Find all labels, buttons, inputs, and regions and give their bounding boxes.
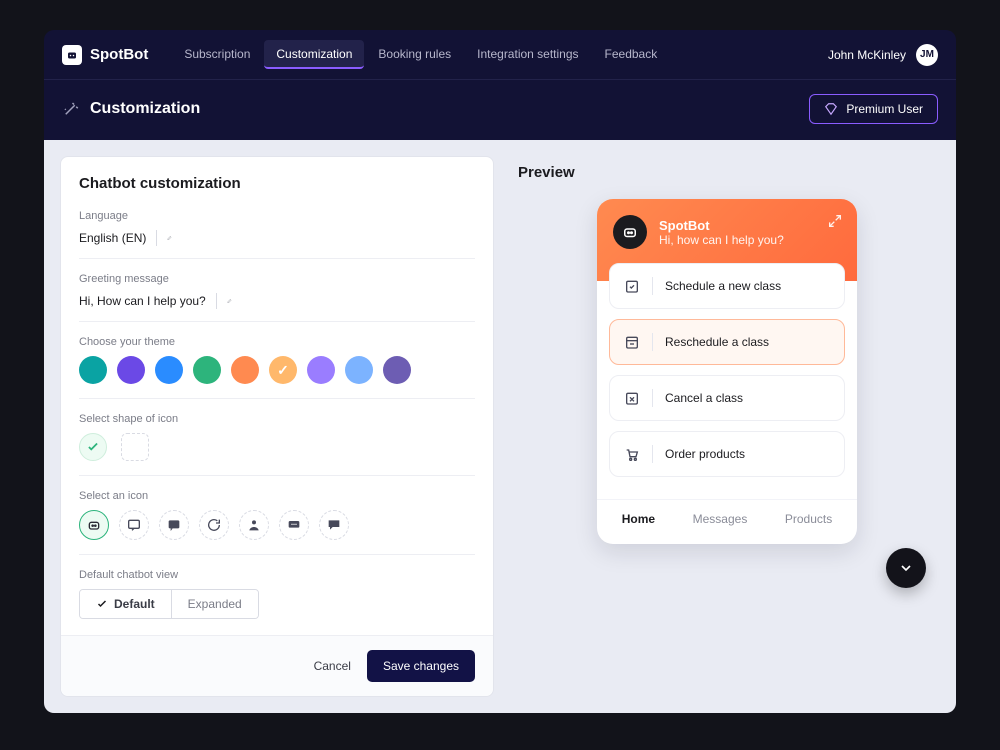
edit-language-button[interactable] [156,230,172,246]
page-title: Customization [90,100,200,118]
user-avatar: JM [916,44,938,66]
canvas: Chatbot customization Language English (… [44,140,956,713]
save-changes-button[interactable]: Save changes [367,650,475,682]
icon-option-refresh[interactable] [199,510,229,540]
icon-row-label: Select an icon [79,490,475,502]
preview-title: Preview [518,164,936,181]
chatbot-widget: SpotBot Hi, how can I help you? Schedule… [597,199,857,544]
language-value: English (EN) [79,231,146,245]
top-header: SpotBot Subscription Customization Booki… [44,30,956,79]
theme-label: Choose your theme [79,336,475,348]
user-name: John McKinley [828,48,906,62]
brand: SpotBot [62,45,148,65]
theme-swatch-7[interactable] [345,356,373,384]
icon-option-user[interactable] [239,510,269,540]
theme-swatch-8[interactable] [383,356,411,384]
nav-subscription[interactable]: Subscription [172,40,262,69]
view-option-default[interactable]: Default [80,590,171,618]
expand-icon[interactable] [827,213,843,229]
shape-square-option[interactable] [121,433,149,461]
theme-swatch-4[interactable] [231,356,259,384]
preview-panel: Preview SpotBot Hi, how can I help you? [510,156,940,697]
widget-tab-messages[interactable]: Messages [693,512,748,526]
widget-tab-products[interactable]: Products [785,512,832,526]
theme-swatch-2[interactable] [155,356,183,384]
action-reschedule-class[interactable]: Reschedule a class [609,319,845,365]
panel-footer: Cancel Save changes [61,635,493,696]
shape-circle-option[interactable] [79,433,107,461]
icon-option-bot[interactable] [79,510,109,540]
brand-name: SpotBot [90,46,148,63]
view-segmented-control: Default Expanded [79,589,259,619]
theme-swatches [79,356,475,384]
greeting-value: Hi, How can I help you? [79,294,206,308]
greeting-label: Greeting message [79,273,475,285]
widget-tab-home[interactable]: Home [622,512,655,526]
view-option-expanded[interactable]: Expanded [171,590,258,618]
theme-swatch-3[interactable] [193,356,221,384]
icon-option-speech[interactable] [159,510,189,540]
page-subheader: Customization Premium User [44,79,956,140]
shape-label: Select shape of icon [79,413,475,425]
nav-booking-rules[interactable]: Booking rules [366,40,463,69]
cancel-button[interactable]: Cancel [314,650,351,682]
icon-option-bubble[interactable] [319,510,349,540]
user-menu[interactable]: John McKinley JM [828,44,938,66]
premium-user-label: Premium User [846,102,923,116]
icon-option-typing[interactable] [279,510,309,540]
edit-greeting-button[interactable] [216,293,232,309]
icon-option-chat[interactable] [119,510,149,540]
nav-customization[interactable]: Customization [264,40,364,69]
theme-swatch-1[interactable] [117,356,145,384]
panel-title: Chatbot customization [79,175,475,192]
action-order-products[interactable]: Order products [609,431,845,477]
widget-bot-name: SpotBot [659,218,784,233]
action-cancel-class[interactable]: Cancel a class [609,375,845,421]
premium-user-button[interactable]: Premium User [809,94,938,124]
widget-bot-greeting: Hi, how can I help you? [659,233,784,247]
theme-swatch-6[interactable] [307,356,335,384]
language-label: Language [79,210,475,222]
diamond-icon [824,102,838,116]
action-schedule-class[interactable]: Schedule a new class [609,263,845,309]
customization-panel: Chatbot customization Language English (… [60,156,494,697]
nav-feedback[interactable]: Feedback [593,40,670,69]
widget-tabs: Home Messages Products [597,499,857,544]
widget-collapse-button[interactable] [886,548,926,588]
theme-swatch-5[interactable] [269,356,297,384]
theme-swatch-0[interactable] [79,356,107,384]
magic-wand-icon [62,100,80,118]
main-nav: Subscription Customization Booking rules… [172,40,828,69]
brand-icon [62,45,82,65]
default-view-label: Default chatbot view [79,569,475,581]
nav-integration-settings[interactable]: Integration settings [465,40,590,69]
widget-avatar [613,215,647,249]
